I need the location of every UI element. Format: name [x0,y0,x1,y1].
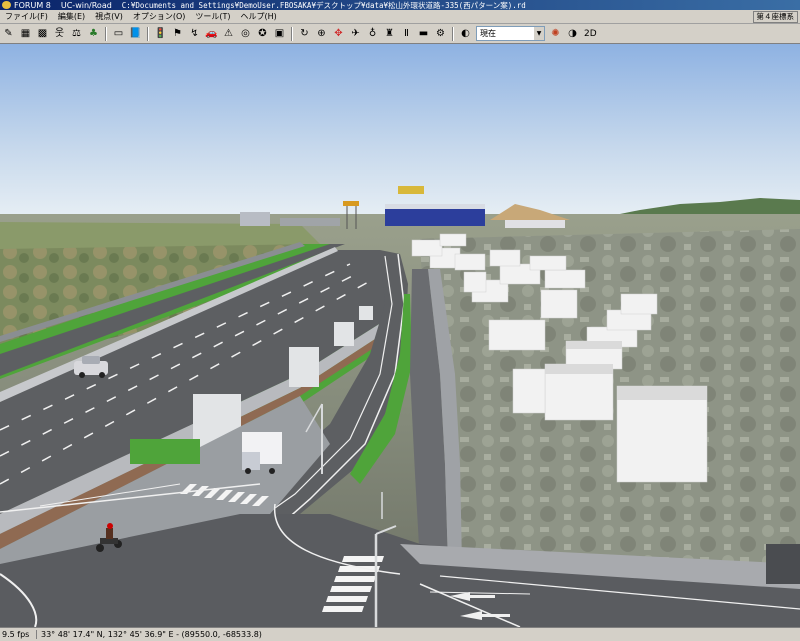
grid-icon[interactable]: ▩ [35,26,50,41]
toolbar-separator [291,26,293,41]
light-icon[interactable]: ✪ [255,26,270,41]
app-name: FORUM 8 [14,0,51,10]
person-icon[interactable]: 웃 [52,26,67,41]
toolbar-separator [105,26,107,41]
clock-icon[interactable]: ◐ [458,26,473,41]
tree-icon[interactable]: ♣ [86,26,101,41]
toolbar-separator [452,26,454,41]
zoom-icon[interactable]: ⊕ [314,26,329,41]
status-bar: 9.5 fps 33° 48' 17.4" N, 132° 45' 36.9" … [0,627,800,641]
time-select-value: 現在 [480,29,496,38]
3d-viewport[interactable] [0,44,800,627]
weather-icon[interactable]: ✺ [548,26,563,41]
toolbar: ✎ ▦ ▩ 웃 ⚖ ♣ ▭ 📘 🚦 ⚑ ↯ 🚗 ⚠ ◎ ✪ ▣ ↻ ⊕ ✥ ✈ … [0,24,800,44]
chevron-down-icon[interactable]: ▼ [534,27,544,40]
coordinate-system-badge: 第４座標系 [752,11,798,23]
menu-help[interactable]: ヘルプ(H) [236,11,282,22]
pencil-icon[interactable]: ✎ [1,26,16,41]
scale-icon[interactable]: ⚖ [69,26,84,41]
file-path: C:¥Documents and Settings¥DemoUser.FBOSA… [121,0,526,10]
fps-readout: 9.5 fps [0,630,37,639]
title-bar: FORUM 8 UC-win/Road C:¥Documents and Set… [0,0,800,10]
scene-render [0,44,800,627]
route-icon[interactable]: ↯ [187,26,202,41]
product-name: UC-win/Road [60,0,112,10]
traffic-icon[interactable]: 🚦 [153,26,168,41]
display-icon[interactable]: ▣ [272,26,287,41]
menu-options[interactable]: オプション(O) [128,11,191,22]
signal-icon[interactable]: ⚠ [221,26,236,41]
coordinate-readout: 33° 48' 17.4" N, 132° 45' 36.9" E - (895… [41,630,262,639]
car-icon[interactable]: ▬ [416,26,431,41]
settings-icon[interactable]: ⚙ [433,26,448,41]
toolbar-separator [147,26,149,41]
sign-icon[interactable]: ⚑ [170,26,185,41]
pause-icon[interactable]: Ⅱ [399,26,414,41]
book-icon[interactable]: 📘 [128,26,143,41]
camera-icon[interactable]: ◎ [238,26,253,41]
menu-bar: ファイル(F) 編集(E) 視点(V) オプション(O) ツール(T) ヘルプ(… [0,10,800,24]
menu-edit[interactable]: 編集(E) [53,11,90,22]
view-icon[interactable]: ◑ [565,26,580,41]
time-select[interactable]: 現在 ▼ [476,26,545,41]
panel-icon[interactable]: ▭ [111,26,126,41]
drive-icon[interactable]: ♜ [382,26,397,41]
menu-file[interactable]: ファイル(F) [0,11,53,22]
walk-icon[interactable]: ♁ [365,26,380,41]
rotate-icon[interactable]: ↻ [297,26,312,41]
menu-view[interactable]: 視点(V) [90,11,128,22]
vehicle-icon[interactable]: 🚗 [204,26,219,41]
fly-icon[interactable]: ✈ [348,26,363,41]
map-icon[interactable]: ▦ [18,26,33,41]
view-2d-button[interactable]: 2D [584,29,597,39]
menu-tools[interactable]: ツール(T) [190,11,235,22]
forum8-logo-icon [2,1,11,9]
move-icon[interactable]: ✥ [331,26,346,41]
